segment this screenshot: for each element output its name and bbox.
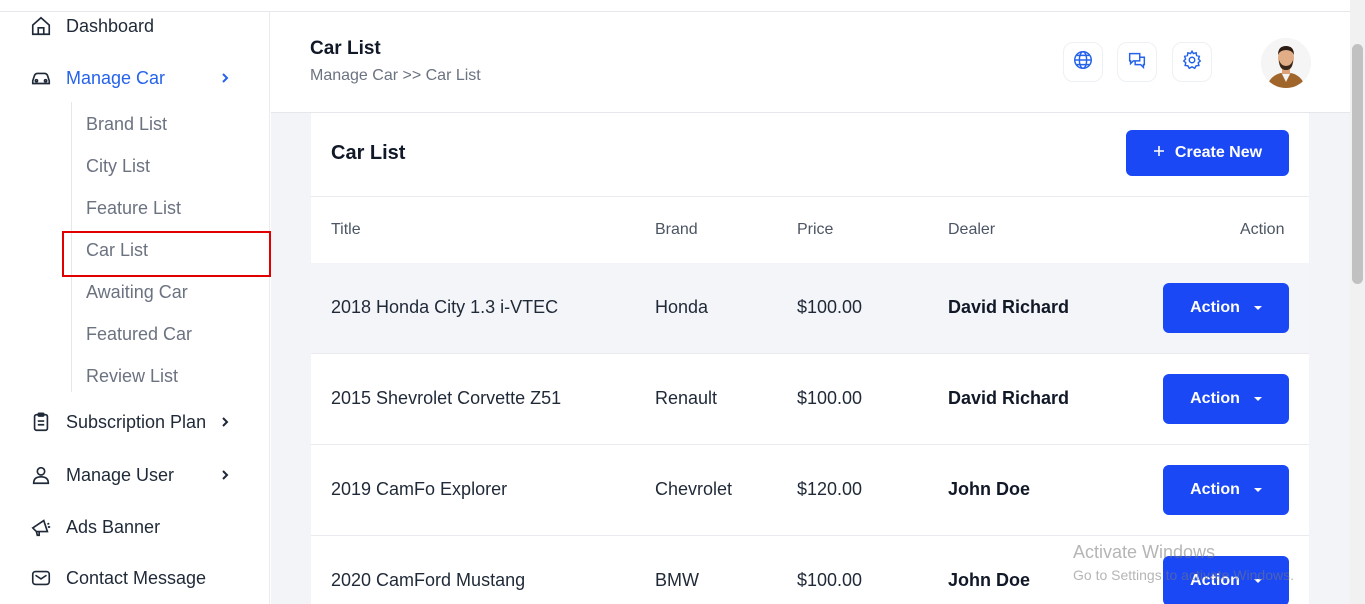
selection-highlight <box>62 231 271 277</box>
action-dropdown-button[interactable]: Action <box>1163 283 1289 333</box>
card-title: Car List <box>331 142 406 164</box>
sidebar-item-label: Subscription Plan <box>66 411 207 432</box>
settings-button[interactable] <box>1172 42 1212 82</box>
column-header-title: Title <box>331 221 361 238</box>
chat-icon <box>1126 49 1148 76</box>
car-list-card: Car List Create New Title Brand Price De… <box>311 113 1309 604</box>
cell-title: 2018 Honda City 1.3 i-VTEC <box>331 297 559 317</box>
cell-brand: BMW <box>655 570 699 590</box>
caret-down-icon <box>1253 306 1262 310</box>
sidebar-item-label: Manage Car <box>66 67 166 88</box>
sidebar-subitem-review-list[interactable]: Review List <box>86 361 178 391</box>
car-icon <box>30 67 52 89</box>
sidebar-item-ads-banner[interactable]: Ads Banner <box>0 510 270 544</box>
cell-brand: Honda <box>655 297 709 317</box>
table-row: 2015 Shevrolet Corvette Z51 Renault $100… <box>311 354 1309 445</box>
chevron-right-icon <box>218 415 232 429</box>
sidebar-item-label: Ads Banner <box>66 516 161 537</box>
sidebar-subitem-featured-car[interactable]: Featured Car <box>86 319 192 349</box>
clipboard-icon <box>30 411 52 433</box>
megaphone-icon <box>30 516 52 538</box>
messages-button[interactable] <box>1117 42 1157 82</box>
sidebar-subitem-city-list[interactable]: City List <box>86 151 150 181</box>
card-divider <box>311 196 1309 197</box>
avatar[interactable] <box>1261 38 1311 88</box>
page-scrollbar[interactable] <box>1350 0 1365 604</box>
scrollbar-thumb[interactable] <box>1352 44 1363 284</box>
cell-price: $120.00 <box>797 479 863 499</box>
cell-brand: Chevrolet <box>655 479 733 499</box>
breadcrumb: Manage Car >> Car List <box>310 67 481 84</box>
sidebar-item-label: Contact Message <box>66 567 207 588</box>
cell-dealer: John Doe <box>948 570 1031 590</box>
action-label: Action <box>1190 299 1240 316</box>
cell-brand: Renault <box>655 388 718 408</box>
column-header-brand: Brand <box>655 221 698 238</box>
column-header-dealer: Dealer <box>948 221 996 238</box>
cell-dealer: John Doe <box>948 479 1031 499</box>
sidebar-item-label: Manage User <box>66 464 175 485</box>
page-header: Car List Manage Car >> Car List <box>271 12 1350 113</box>
language-button[interactable] <box>1063 42 1103 82</box>
page-title: Car List <box>310 38 381 59</box>
action-dropdown-button[interactable]: Action <box>1163 465 1289 515</box>
sidebar-subitem-awaiting-car[interactable]: Awaiting Car <box>86 277 188 307</box>
cell-dealer: David Richard <box>948 297 1070 317</box>
sidebar-item-manage-user[interactable]: Manage User <box>0 458 270 492</box>
sidebar-item-contact-message[interactable]: Contact Message <box>0 561 270 595</box>
action-label: Action <box>1190 390 1240 407</box>
activate-windows-title: Activate Windows <box>1073 542 1216 562</box>
sidebar-item-manage-car[interactable]: Manage Car <box>0 61 270 95</box>
cell-price: $100.00 <box>797 297 863 317</box>
sidebar: Dashboard Manage Car Brand List City Lis… <box>0 9 271 604</box>
create-new-label: Create New <box>1174 144 1263 161</box>
cell-price: $100.00 <box>797 388 863 408</box>
activate-windows-subtitle: Go to Settings to activate Windows. <box>1073 567 1294 583</box>
sidebar-subitem-feature-list[interactable]: Feature List <box>86 193 181 223</box>
chevron-right-icon <box>218 71 232 85</box>
cell-title: 2019 CamFo Explorer <box>331 479 508 499</box>
gear-icon <box>1181 49 1203 76</box>
user-icon <box>30 464 52 486</box>
table-row: 2018 Honda City 1.3 i-VTEC Honda $100.00… <box>311 263 1309 354</box>
main-content: Car List Create New Title Brand Price De… <box>271 113 1350 604</box>
sidebar-item-label: Dashboard <box>66 15 155 36</box>
column-header-action: Action <box>1240 221 1285 238</box>
create-new-button[interactable]: Create New <box>1126 130 1289 176</box>
caret-down-icon <box>1253 488 1262 492</box>
sidebar-item-dashboard[interactable]: Dashboard <box>0 9 270 43</box>
chevron-right-icon <box>218 468 232 482</box>
sidebar-item-subscription-plan[interactable]: Subscription Plan <box>0 405 270 439</box>
column-header-price: Price <box>797 221 834 238</box>
plus-icon <box>1153 144 1165 162</box>
cell-dealer: David Richard <box>948 388 1070 408</box>
action-dropdown-button[interactable]: Action <box>1163 374 1289 424</box>
table-row: 2019 CamFo Explorer Chevrolet $120.00 Jo… <box>311 445 1309 536</box>
caret-down-icon <box>1253 397 1262 401</box>
sidebar-subitem-brand-list[interactable]: Brand List <box>86 109 167 139</box>
cell-title: 2015 Shevrolet Corvette Z51 <box>331 388 562 408</box>
action-label: Action <box>1190 481 1240 498</box>
home-icon <box>30 15 52 37</box>
cell-price: $100.00 <box>797 570 863 590</box>
cell-title: 2020 CamFord Mustang <box>331 570 526 590</box>
globe-icon <box>1072 49 1094 76</box>
mail-icon <box>30 567 52 589</box>
